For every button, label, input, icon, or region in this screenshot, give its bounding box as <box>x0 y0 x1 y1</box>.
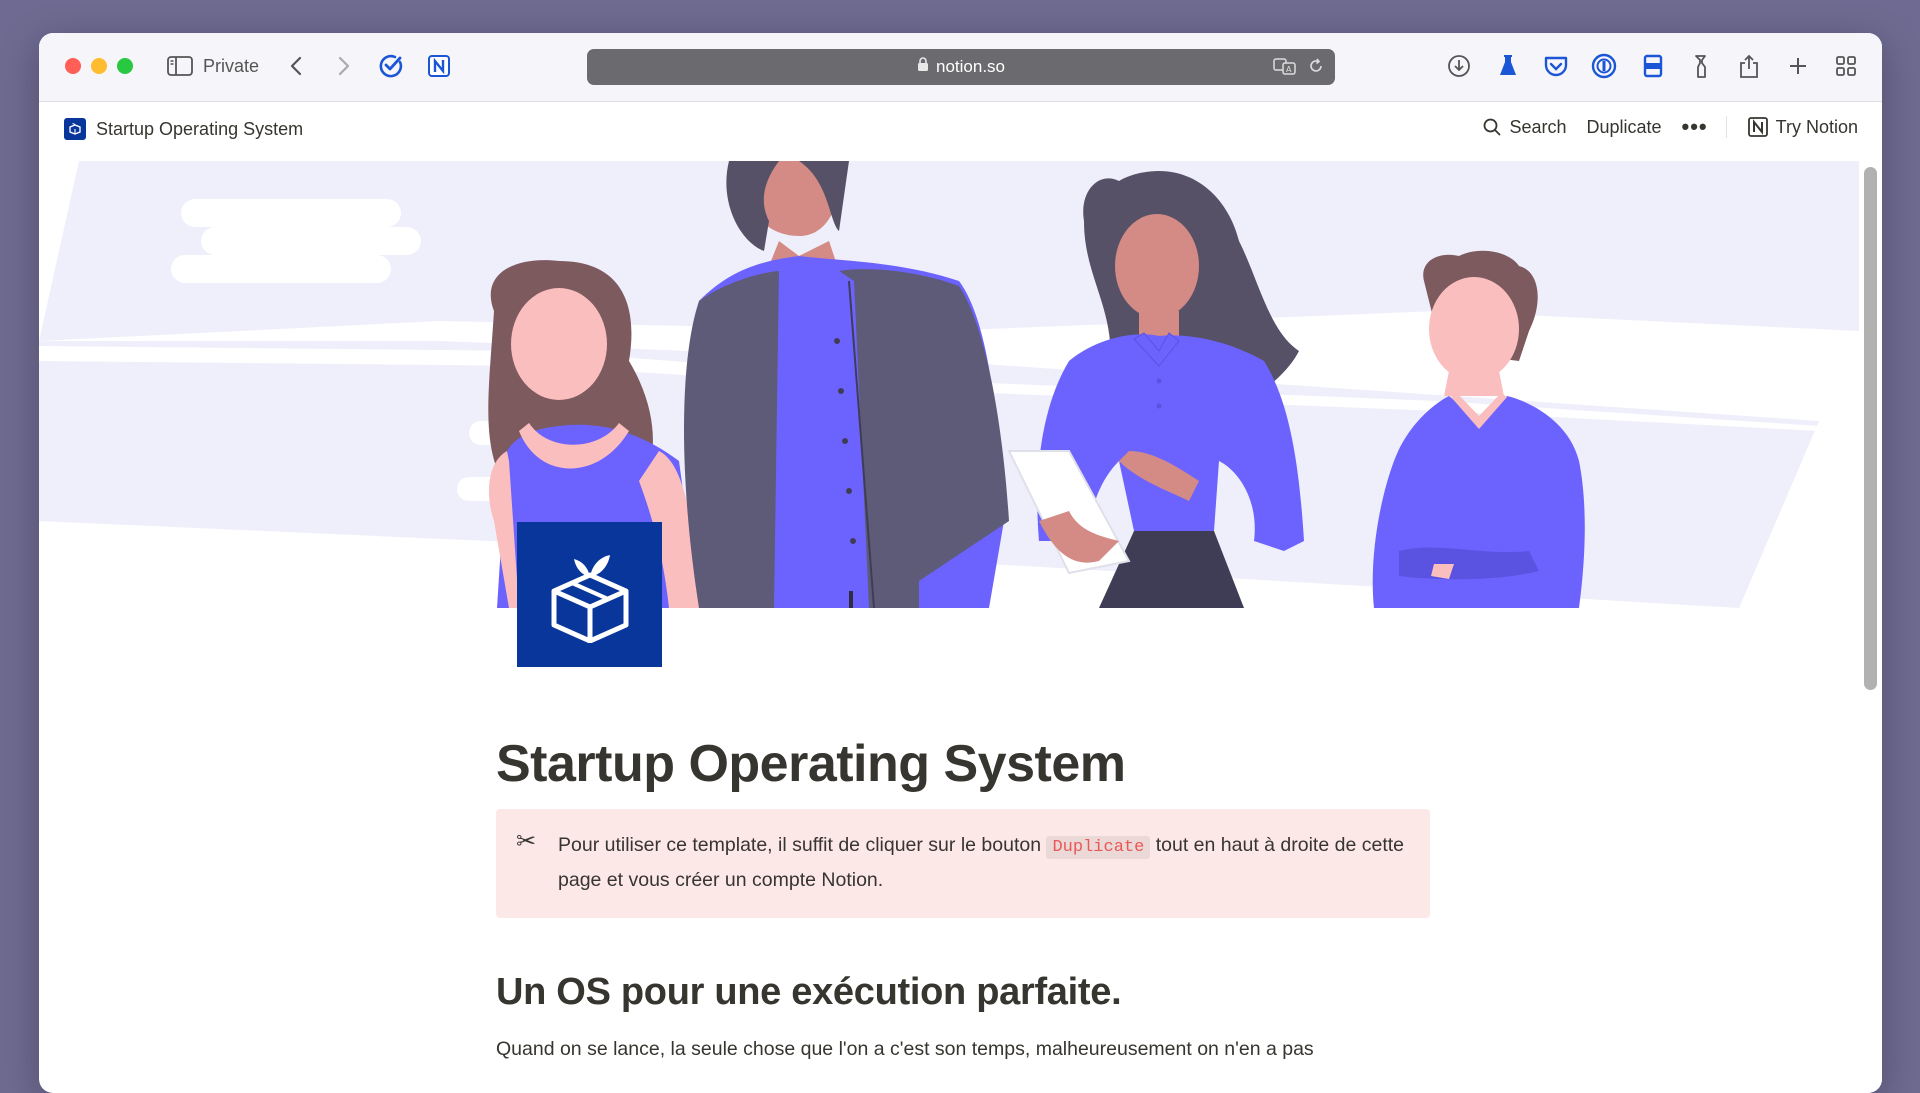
page-icon[interactable] <box>517 522 662 667</box>
pocket-icon <box>1543 54 1569 78</box>
bottle-extension-button[interactable] <box>1684 49 1718 83</box>
minimize-window-button[interactable] <box>91 58 107 74</box>
translate-icon[interactable]: A <box>1273 57 1297 80</box>
notion-extension-icon <box>427 54 451 78</box>
breadcrumb-page-title: Startup Operating System <box>96 118 304 139</box>
cover-image <box>39 161 1859 608</box>
notion-extension-button[interactable] <box>422 49 456 83</box>
browser-toolbar: Private notion.so A <box>39 33 1882 102</box>
tab-overview-icon <box>1835 55 1857 77</box>
team-illustration <box>39 161 1859 608</box>
duplicate-button[interactable]: Duplicate <box>1586 117 1661 138</box>
inline-code-duplicate: Duplicate <box>1046 836 1151 860</box>
tab-overview-button[interactable] <box>1829 49 1863 83</box>
download-icon <box>1447 54 1471 78</box>
scissors-icon: ✂ <box>516 828 537 856</box>
share-icon <box>1738 53 1760 79</box>
share-button[interactable] <box>1732 49 1766 83</box>
duplicate-label: Duplicate <box>1586 116 1662 137</box>
private-label: Private <box>203 55 260 76</box>
try-notion-label: Try Notion <box>1775 116 1858 137</box>
sidebar-toggle-button[interactable]: Private <box>167 49 259 83</box>
page-title[interactable]: Startup Operating System <box>496 733 1436 795</box>
tab-extension-button[interactable] <box>1636 49 1670 83</box>
url-text: notion.so <box>936 57 1005 76</box>
callout-text-before: Pour utiliser ce template, il suffit de … <box>558 834 1047 857</box>
password-extension-button[interactable] <box>1587 49 1621 83</box>
close-window-button[interactable] <box>65 58 81 74</box>
more-options-button[interactable]: ••• <box>1682 116 1708 138</box>
flask-extension-button[interactable] <box>1491 49 1525 83</box>
tab-icon <box>1643 54 1663 78</box>
paragraph[interactable]: Quand on se lance, la seule chose que l'… <box>496 1034 1436 1064</box>
callout-text[interactable]: Pour utiliser ce template, il suffit de … <box>558 829 1410 896</box>
section-heading[interactable]: Un OS pour une exécution parfaite. <box>496 970 1436 1016</box>
search-label: Search <box>1509 116 1567 137</box>
zoom-window-button[interactable] <box>117 58 133 74</box>
bottle-icon <box>1691 53 1711 79</box>
page-content: Startup Operating System ✂ Pour utiliser… <box>496 733 1436 1064</box>
notion-logo-icon <box>1747 116 1769 138</box>
search-icon <box>1483 118 1501 136</box>
back-button[interactable] <box>281 49 311 83</box>
new-tab-button[interactable] <box>1781 49 1815 83</box>
lock-icon <box>917 57 929 77</box>
pocket-extension-button[interactable] <box>1539 49 1573 83</box>
reload-icon[interactable] <box>1307 57 1325 80</box>
callout-block[interactable]: ✂ Pour utiliser ce template, il suffit d… <box>496 809 1430 919</box>
browser-window: Private notion.so A Startup Operating Sy… <box>39 33 1882 1093</box>
new-tab-icon <box>1788 56 1808 76</box>
check-circle-icon <box>378 53 404 79</box>
try-notion-button[interactable]: Try Notion <box>1747 116 1858 138</box>
topbar-divider <box>1725 116 1727 138</box>
check-extension-button[interactable] <box>374 49 408 83</box>
svg-text:A: A <box>1286 65 1292 74</box>
box-sprout-icon <box>551 554 628 643</box>
notion-topbar: Startup Operating System Search Duplicat… <box>39 102 1882 157</box>
page-favicon <box>64 118 86 140</box>
password-icon <box>1591 53 1617 79</box>
address-bar[interactable]: notion.so A <box>587 49 1335 85</box>
breadcrumb[interactable]: Startup Operating System <box>64 118 303 140</box>
flask-icon <box>1498 54 1518 78</box>
forward-button[interactable] <box>329 49 359 83</box>
search-button[interactable]: Search <box>1483 117 1566 138</box>
back-icon <box>289 55 303 77</box>
sidebar-icon <box>167 56 193 76</box>
forward-icon <box>337 55 351 77</box>
downloads-button[interactable] <box>1442 49 1476 83</box>
scrollbar-thumb[interactable] <box>1864 167 1877 690</box>
